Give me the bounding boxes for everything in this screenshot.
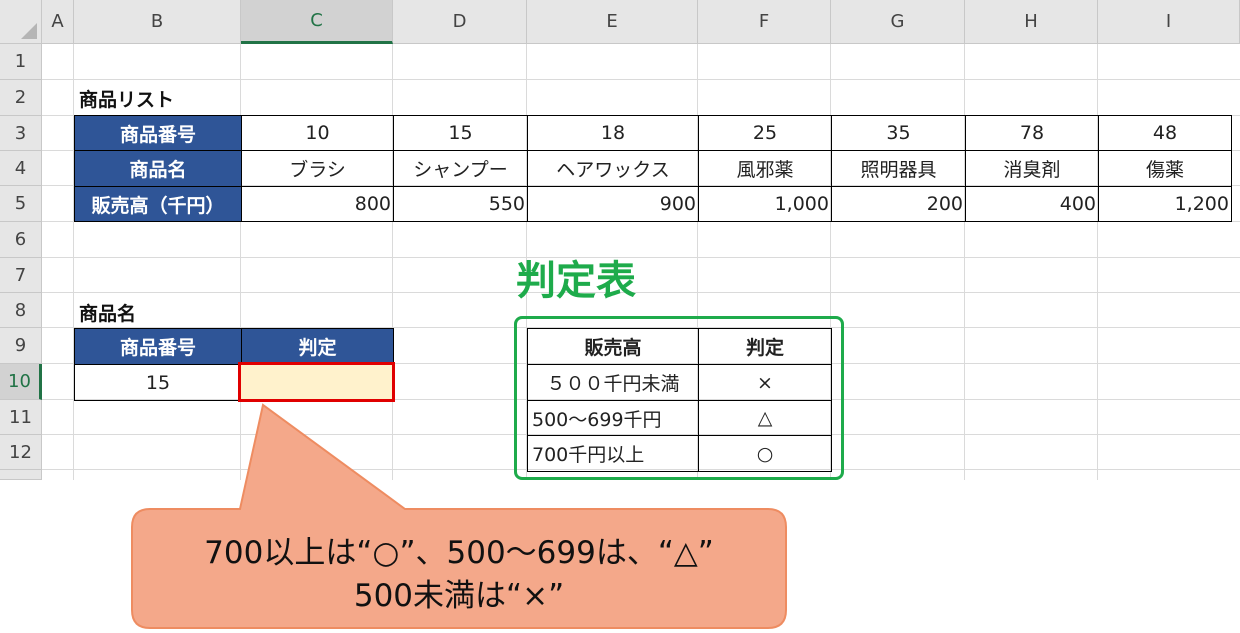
judge-mark-cell[interactable]: △ bbox=[698, 400, 832, 436]
judge-mark-cell[interactable]: × bbox=[698, 364, 832, 401]
lookup-number-header[interactable]: 商品番号 bbox=[74, 328, 242, 365]
product-name-label[interactable]: 商品名 bbox=[74, 150, 242, 187]
product-number-cell[interactable]: 78 bbox=[965, 115, 1099, 151]
sales-cell[interactable]: 400 bbox=[965, 186, 1099, 222]
product-name-cell[interactable]: 傷薬 bbox=[1098, 150, 1232, 187]
product-name-cell[interactable]: ヘアワックス bbox=[527, 150, 699, 187]
column-header-b[interactable]: B bbox=[74, 0, 241, 44]
product-name-cell[interactable]: シャンプー bbox=[393, 150, 528, 187]
column-header-d[interactable]: D bbox=[393, 0, 527, 44]
callout-text-line2: 500未満は“×” bbox=[353, 578, 565, 614]
sales-cell[interactable]: 900 bbox=[527, 186, 699, 222]
row-header-10[interactable]: 10 bbox=[0, 364, 42, 400]
judge-mark-cell[interactable]: ○ bbox=[698, 435, 832, 472]
lookup-title: 商品名 bbox=[79, 303, 137, 325]
judge-mark-header[interactable]: 判定 bbox=[698, 328, 832, 365]
row-header-7[interactable]: 7 bbox=[0, 258, 42, 293]
sales-cell[interactable]: 800 bbox=[241, 186, 394, 222]
lookup-judge-header[interactable]: 判定 bbox=[241, 328, 394, 365]
column-header-i[interactable]: I bbox=[1098, 0, 1240, 44]
row-header-11[interactable]: 11 bbox=[0, 400, 42, 435]
product-number-cell[interactable]: 25 bbox=[698, 115, 832, 151]
product-name-cell[interactable]: 風邪薬 bbox=[698, 150, 832, 187]
product-number-cell[interactable]: 10 bbox=[241, 115, 394, 151]
lookup-number-input[interactable]: 15 bbox=[74, 364, 242, 401]
gridline bbox=[392, 44, 393, 480]
product-number-cell[interactable]: 18 bbox=[527, 115, 699, 151]
product-name-cell[interactable]: 消臭剤 bbox=[965, 150, 1099, 187]
product-list-title: 商品リスト bbox=[79, 89, 175, 111]
sales-cell[interactable]: 1,200 bbox=[1098, 186, 1232, 222]
row-header-2[interactable]: 2 bbox=[0, 80, 42, 116]
column-header-c[interactable]: C bbox=[241, 0, 393, 44]
judge-range-cell[interactable]: 700千円以上 bbox=[527, 435, 699, 472]
product-name-cell[interactable]: 照明器具 bbox=[831, 150, 966, 187]
product-number-cell[interactable]: 48 bbox=[1098, 115, 1232, 151]
row-header-1[interactable]: 1 bbox=[0, 44, 42, 80]
column-header-g[interactable]: G bbox=[831, 0, 965, 44]
column-header-e[interactable]: E bbox=[527, 0, 698, 44]
row-header-6[interactable]: 6 bbox=[0, 222, 42, 258]
gridline bbox=[42, 292, 1240, 293]
judge-sales-header[interactable]: 販売高 bbox=[527, 328, 699, 365]
column-header-a[interactable]: A bbox=[42, 0, 74, 44]
gridline bbox=[73, 44, 74, 480]
column-header-h[interactable]: H bbox=[965, 0, 1098, 44]
gridline bbox=[42, 79, 1240, 80]
spreadsheet-grid: A B C D E F G H I 1 2 3 4 5 6 7 8 9 10 1… bbox=[0, 0, 1240, 480]
row-header-5[interactable]: 5 bbox=[0, 186, 42, 222]
select-all-corner[interactable] bbox=[0, 0, 42, 44]
sales-label[interactable]: 販売高（千円） bbox=[74, 186, 242, 222]
row-header-4[interactable]: 4 bbox=[0, 151, 42, 186]
judge-range-cell[interactable]: ５００千円未満 bbox=[527, 364, 699, 401]
gridline bbox=[240, 44, 241, 480]
judge-result-cell[interactable] bbox=[238, 362, 395, 402]
row-header-9[interactable]: 9 bbox=[0, 328, 42, 364]
gridline bbox=[1097, 44, 1098, 480]
column-header-f[interactable]: F bbox=[698, 0, 831, 44]
sales-cell[interactable]: 1,000 bbox=[698, 186, 832, 222]
judge-range-cell[interactable]: 500～699千円 bbox=[527, 400, 699, 436]
sales-cell[interactable]: 200 bbox=[831, 186, 966, 222]
callout-text-line1: 700以上は“○”、500～699は、“△” bbox=[204, 535, 714, 571]
judge-table-title: 判定表 bbox=[516, 258, 636, 304]
gridline bbox=[964, 44, 965, 480]
gridline bbox=[42, 257, 1240, 258]
row-header-12[interactable]: 12 bbox=[0, 435, 42, 470]
product-number-cell[interactable]: 15 bbox=[393, 115, 528, 151]
row-header-13[interactable] bbox=[0, 470, 42, 480]
product-number-label[interactable]: 商品番号 bbox=[74, 115, 242, 151]
product-name-cell[interactable]: ブラシ bbox=[241, 150, 394, 187]
product-number-cell[interactable]: 35 bbox=[831, 115, 966, 151]
row-header-3[interactable]: 3 bbox=[0, 116, 42, 151]
row-header-8[interactable]: 8 bbox=[0, 293, 42, 328]
sales-cell[interactable]: 550 bbox=[393, 186, 528, 222]
